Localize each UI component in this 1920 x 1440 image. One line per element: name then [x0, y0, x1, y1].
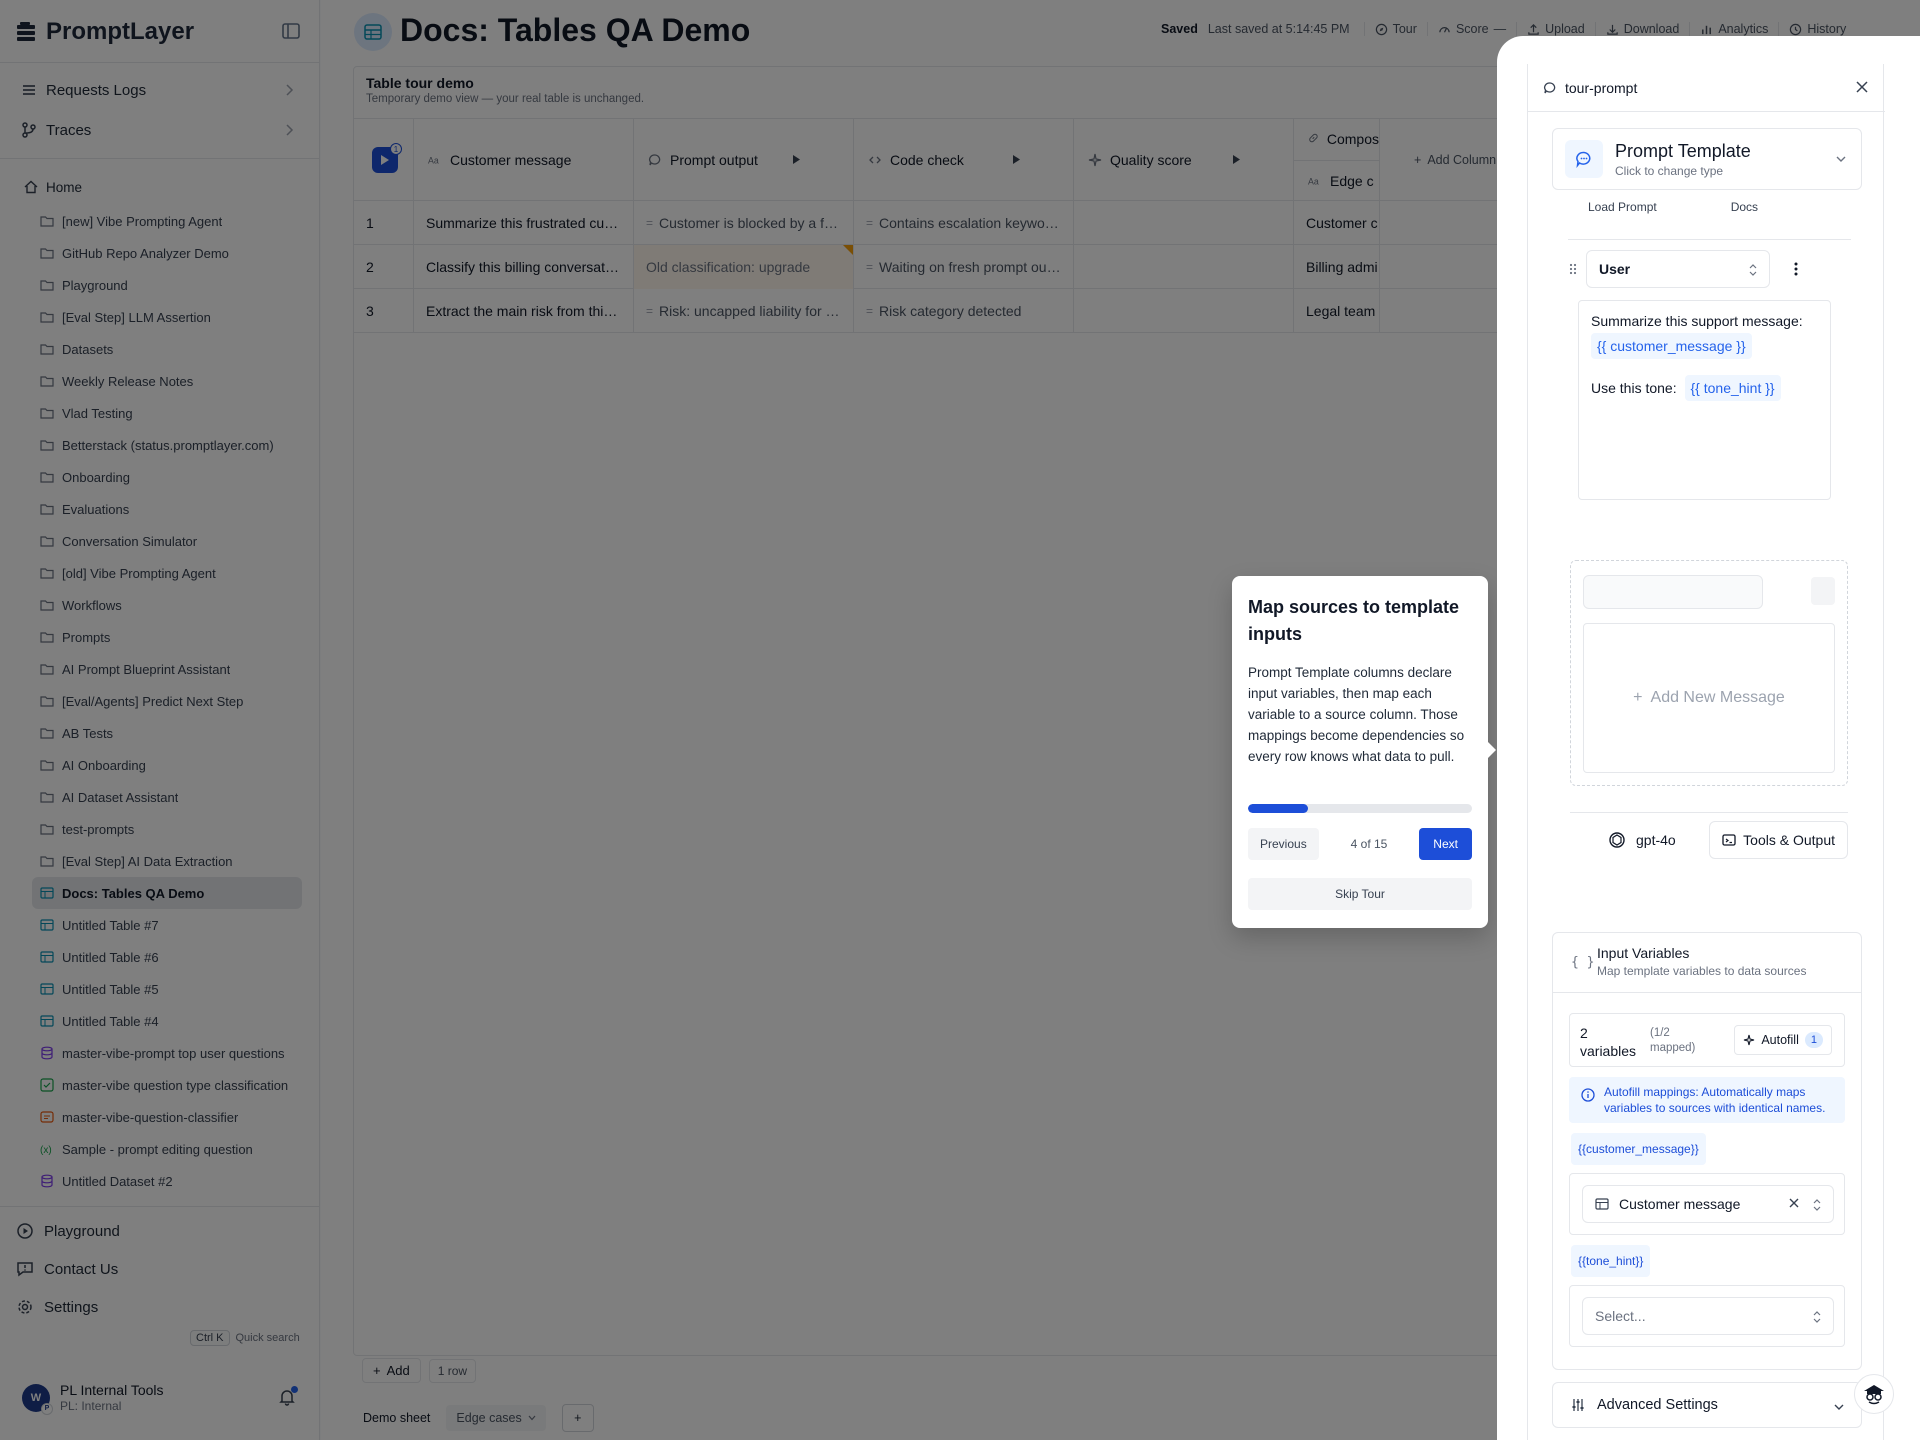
- tour-step-count: 4 of 15: [1350, 837, 1388, 851]
- panel-title: tour-prompt: [1565, 79, 1638, 96]
- divider: [1568, 239, 1851, 240]
- chat-bubble-icon: [1565, 140, 1603, 178]
- chevron-updown-icon: [1749, 264, 1757, 276]
- template-variable: {{ customer_message }}: [1591, 333, 1752, 359]
- table-icon: [1595, 1198, 1609, 1210]
- more-vertical-icon[interactable]: [1794, 261, 1798, 277]
- autofill-label: Autofill: [1761, 1033, 1799, 1047]
- tour-previous-button[interactable]: Previous: [1248, 828, 1319, 860]
- message-line: Summarize this support message:: [1591, 313, 1803, 329]
- model-name: gpt-4o: [1636, 832, 1676, 848]
- message-role-select[interactable]: User: [1586, 250, 1770, 288]
- docs-button[interactable]: Docs: [1731, 200, 1758, 214]
- tools-output-button[interactable]: Tools & Output: [1709, 821, 1848, 859]
- add-new-message-button[interactable]: + Add New Message: [1583, 623, 1835, 773]
- variable-summary: 2 variables (1/2 mapped) Autofill 1: [1569, 1013, 1845, 1067]
- tour-popover: Map sources to template inputs Prompt Te…: [1232, 576, 1496, 928]
- template-variable: {{ tone_hint }}: [1684, 375, 1781, 401]
- role-value: User: [1599, 261, 1631, 277]
- autofill-info: Autofill mappings: Automatically maps va…: [1569, 1077, 1845, 1123]
- mapped-count: (1/2 mapped): [1650, 1027, 1696, 1054]
- variable-tag: {{tone_hint}}: [1571, 1245, 1651, 1277]
- section-title: Input Variables: [1597, 945, 1690, 961]
- input-variables-header[interactable]: { } Input Variables Map template variabl…: [1553, 933, 1861, 993]
- source-select[interactable]: Customer message: [1582, 1185, 1834, 1223]
- message-line-row: Use this tone: {{ tone_hint }}: [1591, 373, 1818, 403]
- advanced-settings-toggle[interactable]: Advanced Settings: [1552, 1382, 1862, 1428]
- assistant-mascot-icon[interactable]: [1854, 1374, 1894, 1414]
- panel-body: tour-prompt Prompt Template Click to cha…: [1527, 64, 1885, 1440]
- tour-title: Map sources to template inputs: [1248, 597, 1460, 644]
- advanced-settings-label: Advanced Settings: [1597, 1397, 1718, 1413]
- source-select[interactable]: Select...: [1582, 1297, 1834, 1335]
- input-variables-section: { } Input Variables Map template variabl…: [1552, 932, 1862, 1370]
- terminal-icon: [1722, 834, 1736, 846]
- column-type-selector[interactable]: Prompt Template Click to change type: [1552, 128, 1862, 190]
- chevron-updown-icon: [1813, 1199, 1821, 1211]
- autofill-count: 1: [1804, 1032, 1823, 1048]
- add-message-label: Add New Message: [1650, 689, 1785, 706]
- tour-body: Prompt Template columns declare input va…: [1248, 665, 1465, 764]
- role-select-placeholder: [1583, 575, 1763, 609]
- drag-handle-icon[interactable]: [1568, 262, 1578, 276]
- message-role-row: User: [1568, 250, 1851, 288]
- column-type-subtitle: Click to change type: [1615, 163, 1724, 178]
- sparkle-icon: [1744, 1034, 1755, 1046]
- load-prompt-button[interactable]: Load Prompt: [1588, 200, 1657, 214]
- sliders-icon: [1572, 1399, 1584, 1411]
- openai-icon: [1609, 832, 1625, 848]
- model-row: gpt-4o Tools & Output: [1570, 820, 1848, 860]
- chevron-down-icon: [1834, 1404, 1844, 1410]
- column-config-panel: tour-prompt Prompt Template Click to cha…: [1497, 36, 1920, 1440]
- autofill-button[interactable]: Autofill 1: [1734, 1025, 1832, 1055]
- source-value: Customer message: [1619, 1196, 1741, 1212]
- braces-icon: { }: [1571, 955, 1595, 970]
- info-icon: [1581, 1088, 1595, 1102]
- model-selector[interactable]: gpt-4o: [1608, 831, 1676, 849]
- prompt-toolbar: Load Prompt Docs: [1568, 200, 1868, 214]
- tour-progress-fill: [1248, 804, 1308, 813]
- tour-progress-bar: [1248, 804, 1472, 813]
- plus-icon: +: [1633, 689, 1643, 706]
- tour-next-button[interactable]: Next: [1419, 828, 1472, 860]
- section-subtitle: Map template variables to data sources: [1597, 964, 1807, 978]
- tools-label: Tools & Output: [1743, 832, 1835, 848]
- variable-mapping: Customer message: [1569, 1173, 1845, 1235]
- chat-bubble-icon: [1544, 81, 1556, 93]
- variable-tag: {{customer_message}}: [1571, 1133, 1706, 1165]
- message-line: Use this tone:: [1591, 380, 1677, 396]
- new-message-area: + Add New Message: [1570, 560, 1848, 786]
- more-placeholder: [1811, 577, 1835, 605]
- chevron-down-icon: [1836, 156, 1846, 162]
- message-editor[interactable]: Summarize this support message: {{ custo…: [1578, 300, 1831, 500]
- variable-count: 2 variables: [1580, 1025, 1637, 1059]
- chevron-updown-icon: [1813, 1311, 1821, 1323]
- clear-icon[interactable]: [1789, 1198, 1799, 1208]
- info-text: Autofill mappings: Automatically maps va…: [1604, 1085, 1826, 1115]
- variable-mapping: Select...: [1569, 1285, 1845, 1347]
- tour-navigation: Previous 4 of 15 Next: [1248, 828, 1472, 860]
- panel-header: tour-prompt: [1528, 64, 1885, 112]
- source-placeholder: Select...: [1595, 1308, 1646, 1324]
- column-type-title: Prompt Template: [1615, 140, 1751, 161]
- skip-tour-button[interactable]: Skip Tour: [1248, 878, 1472, 910]
- close-icon[interactable]: [1855, 80, 1869, 94]
- divider: [1570, 812, 1848, 813]
